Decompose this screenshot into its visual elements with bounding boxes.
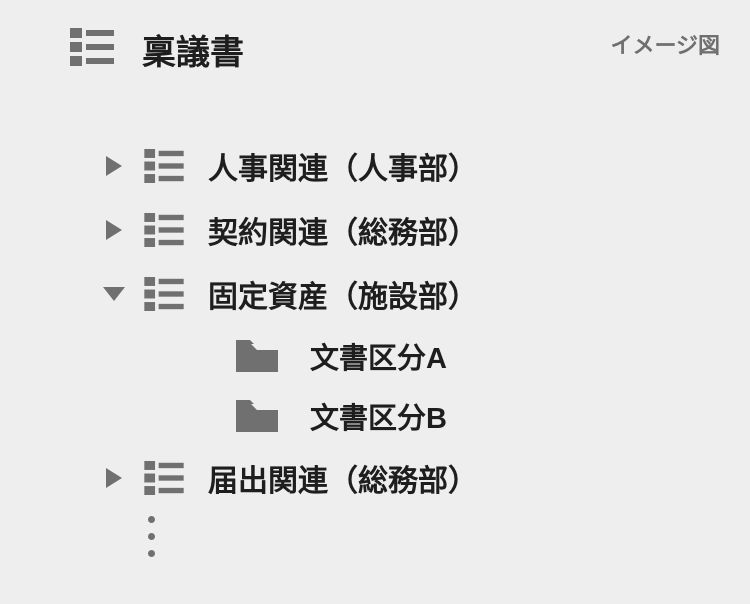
tree-category-label: 固定資産（施設部） bbox=[208, 272, 478, 316]
tree-leaf-item[interactable]: 文書区分B bbox=[232, 386, 710, 446]
tree-root-label: 稟議書 bbox=[142, 25, 244, 74]
chevron-right-icon[interactable] bbox=[100, 466, 128, 490]
tree-category-label: 人事関連（人事部） bbox=[208, 144, 478, 188]
caption-label: イメージ図 bbox=[610, 28, 720, 60]
tree: 人事関連（人事部） 契約関連（総務部） 固定資産（施設部） bbox=[70, 134, 710, 557]
tree-category-label: 届出関連（総務部） bbox=[208, 456, 478, 500]
more-vertical-icon bbox=[148, 516, 710, 557]
tree-category-item[interactable]: 人事関連（人事部） bbox=[100, 134, 710, 198]
folder-icon bbox=[232, 338, 282, 374]
category-list-icon bbox=[142, 213, 186, 247]
chevron-down-icon[interactable] bbox=[100, 285, 128, 303]
tree-leaf-label: 文書区分B bbox=[310, 395, 447, 437]
tree-category-label: 契約関連（総務部） bbox=[208, 208, 478, 252]
category-list-icon bbox=[70, 28, 114, 71]
chevron-right-icon[interactable] bbox=[100, 154, 128, 178]
category-list-icon bbox=[142, 461, 186, 495]
folder-icon bbox=[232, 398, 282, 434]
chevron-right-icon[interactable] bbox=[100, 218, 128, 242]
category-list-icon bbox=[142, 149, 186, 183]
tree-category-item[interactable]: 契約関連（総務部） bbox=[100, 198, 710, 262]
tree-category-item[interactable]: 届出関連（総務部） bbox=[100, 446, 710, 510]
tree-leaf-item[interactable]: 文書区分A bbox=[232, 326, 710, 386]
category-list-icon bbox=[142, 277, 186, 311]
tree-children: 文書区分A 文書区分B bbox=[100, 326, 710, 446]
tree-leaf-label: 文書区分A bbox=[310, 335, 447, 377]
tree-category-item[interactable]: 固定資産（施設部） bbox=[100, 262, 710, 326]
